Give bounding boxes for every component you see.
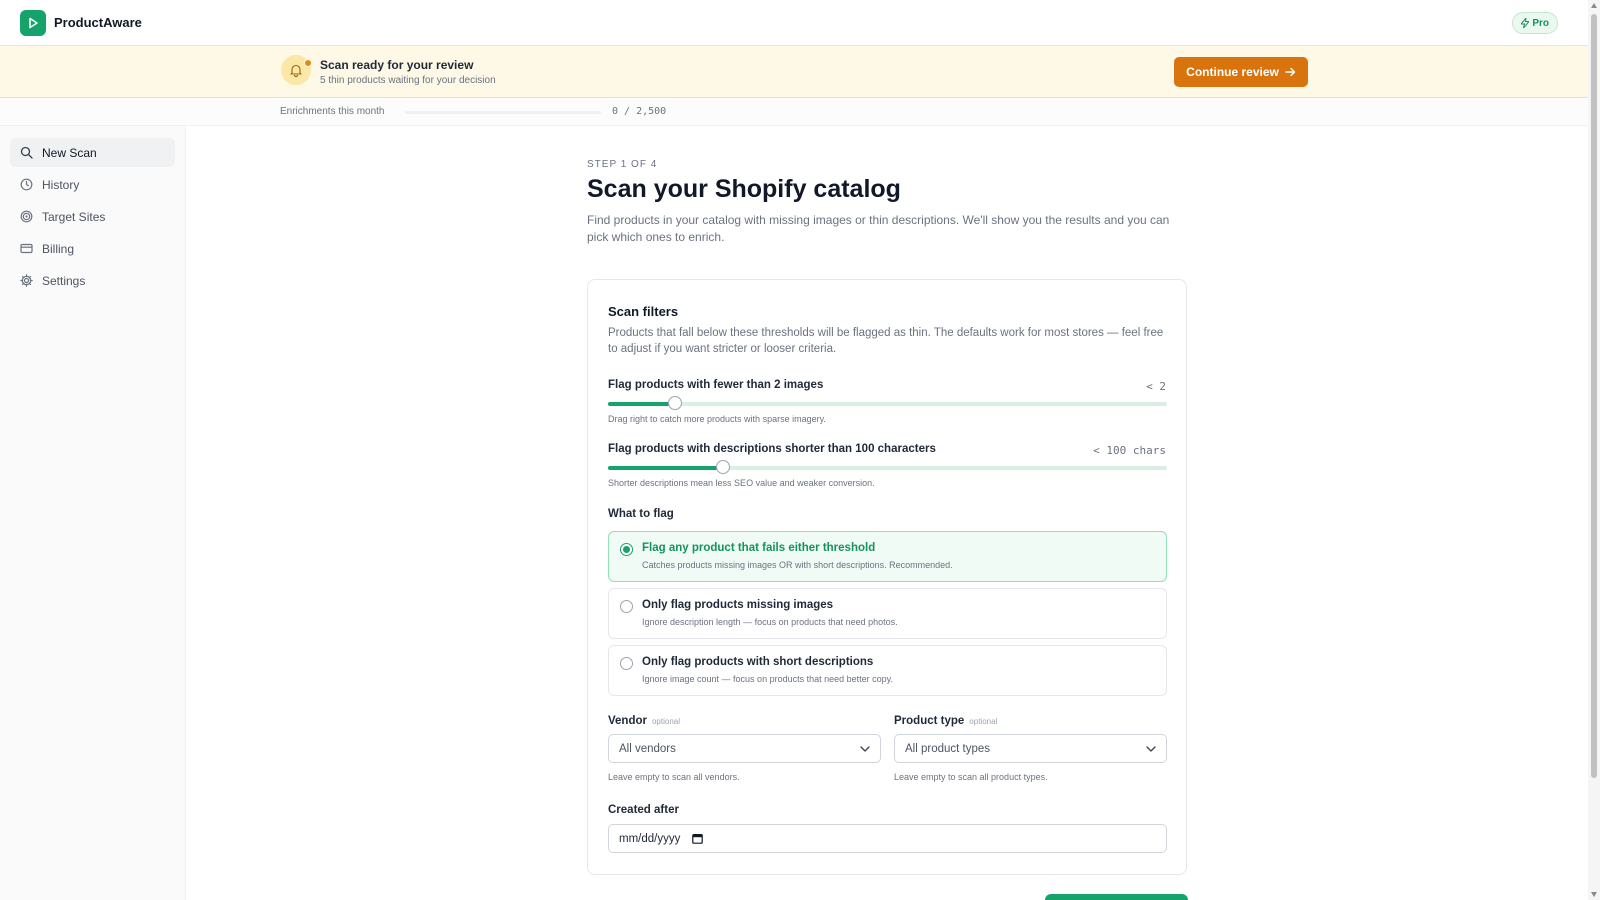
option-title: Only flag products with short descriptio… xyxy=(642,656,874,668)
desc-slider-fill xyxy=(608,466,723,470)
card-title: Scan filters xyxy=(608,304,679,319)
calendar-icon[interactable] xyxy=(692,833,704,844)
banner-title: Scan ready for your review xyxy=(320,58,474,72)
what-to-flag-label: What to flag xyxy=(608,508,674,520)
desc-slider-value: < 100 chars xyxy=(1093,444,1166,457)
product-type-select-value: All product types xyxy=(905,742,991,755)
created-after-date-input[interactable]: mm/dd/yyyy xyxy=(608,824,1167,853)
scan-filters-card: Scan filters Products that fall below th… xyxy=(587,279,1187,875)
images-slider-fill xyxy=(608,402,676,406)
target-icon xyxy=(20,210,33,223)
chevron-down-icon xyxy=(1146,745,1156,752)
usage-count: 0 / 2,500 xyxy=(612,106,667,117)
images-slider[interactable] xyxy=(608,396,1167,410)
flag-option-either[interactable]: Flag any product that fails either thres… xyxy=(608,531,1167,582)
product-type-hint: Leave empty to scan all product types. xyxy=(894,772,1048,782)
banner-subtitle: 5 thin products waiting for your decisio… xyxy=(320,75,496,86)
desc-slider-label: Flag products with descriptions shorter … xyxy=(608,443,936,455)
scrollbar-thumb[interactable] xyxy=(1591,14,1597,778)
sidebar-item-label: Billing xyxy=(42,241,75,256)
step-indicator: STEP 1 OF 4 xyxy=(587,159,658,170)
bell-icon xyxy=(281,55,312,85)
option-description: Ignore description length — focus on pro… xyxy=(642,617,898,627)
images-slider-hint: Drag right to catch more products with s… xyxy=(608,414,826,424)
sidebar-item-settings[interactable]: Settings xyxy=(10,266,175,295)
product-type-label: Product type optional xyxy=(894,715,997,727)
search-icon xyxy=(20,146,33,159)
option-title: Flag any product that fails either thres… xyxy=(642,542,876,554)
brand-name[interactable]: ProductAware xyxy=(54,15,142,30)
vendor-select-value: All vendors xyxy=(619,742,676,755)
option-description: Catches products missing images OR with … xyxy=(642,560,953,570)
plan-badge-label: Pro xyxy=(1532,17,1549,29)
continue-review-button[interactable]: Continue review xyxy=(1174,57,1308,87)
page-scrollbar[interactable] xyxy=(1588,0,1600,900)
vendor-label: Vendor optional xyxy=(608,715,680,727)
optional-tag: optional xyxy=(651,717,681,726)
gear-icon xyxy=(20,274,33,287)
usage-progress-bar xyxy=(405,111,601,114)
flag-option-descriptions[interactable]: Only flag products with short descriptio… xyxy=(608,645,1167,696)
product-type-select[interactable]: All product types xyxy=(894,734,1167,763)
scroll-down-arrow[interactable] xyxy=(1591,892,1597,897)
images-slider-label: Flag products with fewer than 2 images xyxy=(608,379,824,391)
sidebar-item-history[interactable]: History xyxy=(10,170,175,199)
continue-review-label: Continue review xyxy=(1186,65,1279,79)
option-description: Ignore image count — focus on products t… xyxy=(642,674,893,684)
card-description: Products that fall below these threshold… xyxy=(608,327,1164,355)
usage-strip: Enrichments this month 0 / 2,500 xyxy=(0,98,1588,126)
top-bar: ProductAware Pro xyxy=(0,0,1588,46)
optional-tag: optional xyxy=(969,717,998,726)
credit-card-icon xyxy=(20,243,33,254)
sidebar-item-label: Target Sites xyxy=(42,209,106,224)
plan-badge[interactable]: Pro xyxy=(1512,12,1558,34)
bolt-icon xyxy=(1521,18,1530,28)
vendor-hint: Leave empty to scan all vendors. xyxy=(608,772,740,782)
images-slider-value: < 2 xyxy=(1146,380,1166,393)
chevron-down-icon xyxy=(860,745,870,752)
sidebar: New Scan History Target Sites Billing Se… xyxy=(0,126,186,900)
radio-button[interactable] xyxy=(620,657,633,670)
sidebar-item-new-scan[interactable]: New Scan xyxy=(10,138,175,167)
page-intro: Find products in your catalog with missi… xyxy=(587,213,1170,244)
flag-option-images[interactable]: Only flag products missing images Ignore… xyxy=(608,588,1167,639)
usage-label: Enrichments this month xyxy=(280,106,385,117)
created-after-label: Created after xyxy=(608,804,679,816)
play-logo-icon[interactable] xyxy=(20,9,46,36)
vendor-label-text: Vendor xyxy=(608,715,647,727)
sidebar-item-billing[interactable]: Billing xyxy=(10,234,175,263)
sidebar-item-label: New Scan xyxy=(42,145,97,160)
option-title: Only flag products missing images xyxy=(642,599,834,611)
radio-button[interactable] xyxy=(620,543,633,556)
images-slider-handle[interactable] xyxy=(668,396,683,410)
desc-slider-handle[interactable] xyxy=(715,460,730,474)
sidebar-item-target-sites[interactable]: Target Sites xyxy=(10,202,175,231)
scan-ready-banner: Scan ready for your review 5 thin produc… xyxy=(0,46,1588,98)
vendor-select[interactable]: All vendors xyxy=(608,734,881,763)
date-placeholder: mm/dd/yyyy xyxy=(619,832,681,845)
desc-slider-hint: Shorter descriptions mean less SEO value… xyxy=(608,478,875,488)
arrow-right-icon xyxy=(1285,67,1296,77)
notification-dot xyxy=(304,59,312,67)
start-scan-button[interactable] xyxy=(1045,894,1188,900)
sidebar-item-label: History xyxy=(42,177,80,192)
scroll-up-arrow[interactable] xyxy=(1591,3,1597,8)
sidebar-item-label: Settings xyxy=(42,273,86,288)
product-type-label-text: Product type xyxy=(894,715,965,727)
desc-slider[interactable] xyxy=(608,460,1167,474)
radio-button[interactable] xyxy=(620,600,633,613)
clock-icon xyxy=(20,178,33,191)
page-title: Scan your Shopify catalog xyxy=(587,175,901,203)
